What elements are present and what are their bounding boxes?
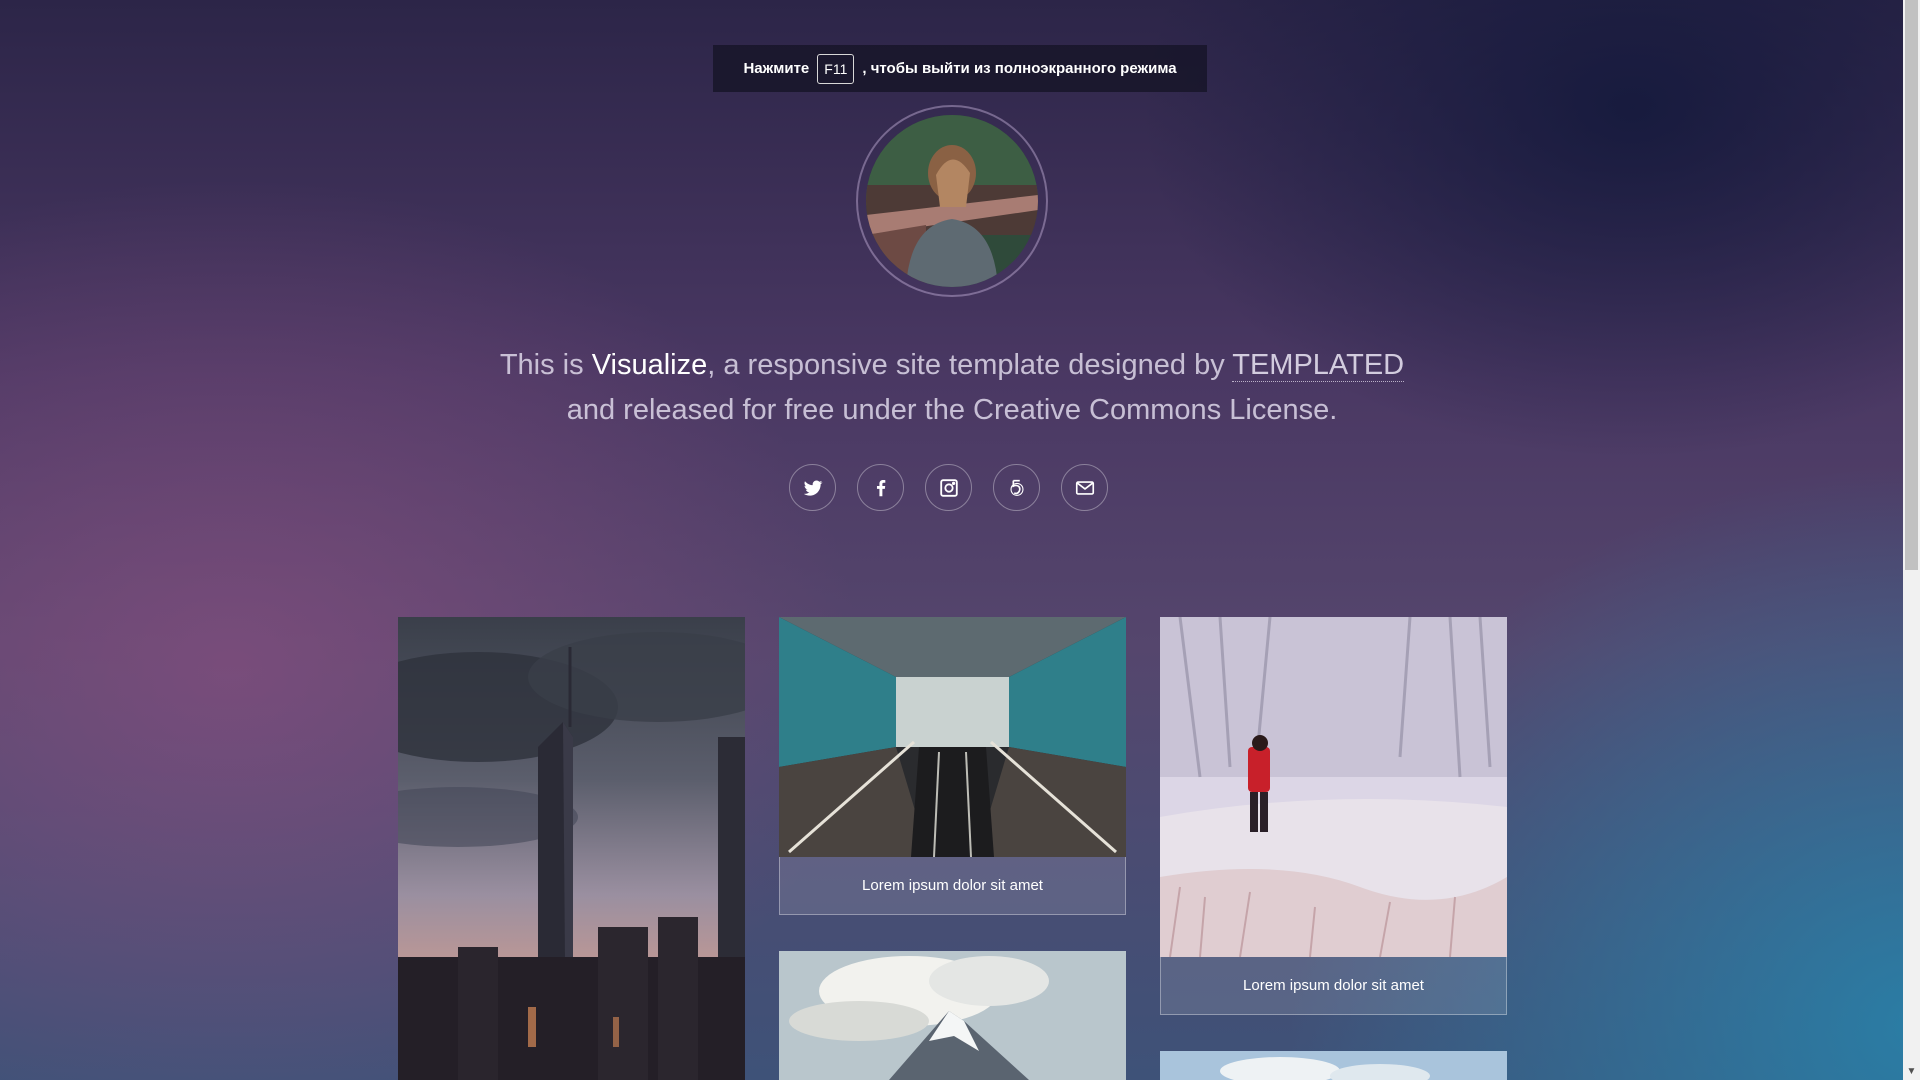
gallery-item-snow-field[interactable]: Lorem ipsum dolor sit amet bbox=[1160, 617, 1507, 1015]
500px-button[interactable] bbox=[993, 464, 1040, 511]
gallery-item-mountain[interactable] bbox=[779, 951, 1126, 1080]
landscape-image bbox=[1160, 1051, 1507, 1080]
gallery-caption: Lorem ipsum dolor sit amet bbox=[1160, 957, 1507, 1015]
notice-text-before: Нажмите bbox=[743, 60, 810, 77]
templated-link[interactable]: TEMPLATED bbox=[1232, 349, 1405, 382]
notice-text-after: , чтобы выйти из полноэкранного режима bbox=[862, 60, 1177, 77]
avatar-image bbox=[866, 115, 1038, 287]
avatar bbox=[856, 105, 1048, 297]
gallery-caption: Lorem ipsum dolor sit amet bbox=[779, 857, 1126, 915]
escalators-image bbox=[779, 617, 1126, 857]
mountain-image bbox=[779, 951, 1126, 1080]
page-scrollbar[interactable]: ▼ bbox=[1903, 0, 1920, 1080]
500px-icon bbox=[1009, 479, 1024, 496]
social-icons bbox=[789, 464, 1108, 511]
gallery-item-skyscraper[interactable] bbox=[398, 617, 745, 1080]
intro-part2: , a responsive site template designed by bbox=[707, 349, 1233, 381]
f11-key-badge: F11 bbox=[817, 53, 855, 84]
scroll-down-arrow-icon[interactable]: ▼ bbox=[1903, 1063, 1920, 1080]
snow-field-image bbox=[1160, 617, 1507, 957]
twitter-button[interactable] bbox=[789, 464, 836, 511]
facebook-icon bbox=[876, 479, 885, 496]
email-button[interactable] bbox=[1061, 464, 1108, 511]
instagram-button[interactable] bbox=[925, 464, 972, 511]
scrollbar-thumb[interactable] bbox=[1905, 0, 1918, 570]
intro-part1: This is bbox=[499, 349, 592, 381]
twitter-icon bbox=[803, 480, 822, 496]
brand-name: Visualize bbox=[591, 349, 708, 381]
facebook-button[interactable] bbox=[857, 464, 904, 511]
intro-part3: and released for free under the Creative… bbox=[566, 394, 1338, 426]
intro-text: This is Visualize, a responsive site tem… bbox=[460, 343, 1444, 433]
envelope-icon bbox=[1075, 480, 1094, 495]
gallery-item-escalators[interactable]: Lorem ipsum dolor sit amet bbox=[779, 617, 1126, 915]
instagram-icon bbox=[939, 478, 958, 497]
fullscreen-notice: Нажмите F11 , чтобы выйти из полноэкранн… bbox=[713, 45, 1207, 92]
skyscraper-image bbox=[398, 617, 745, 1080]
gallery-item-landscape[interactable] bbox=[1160, 1051, 1507, 1080]
